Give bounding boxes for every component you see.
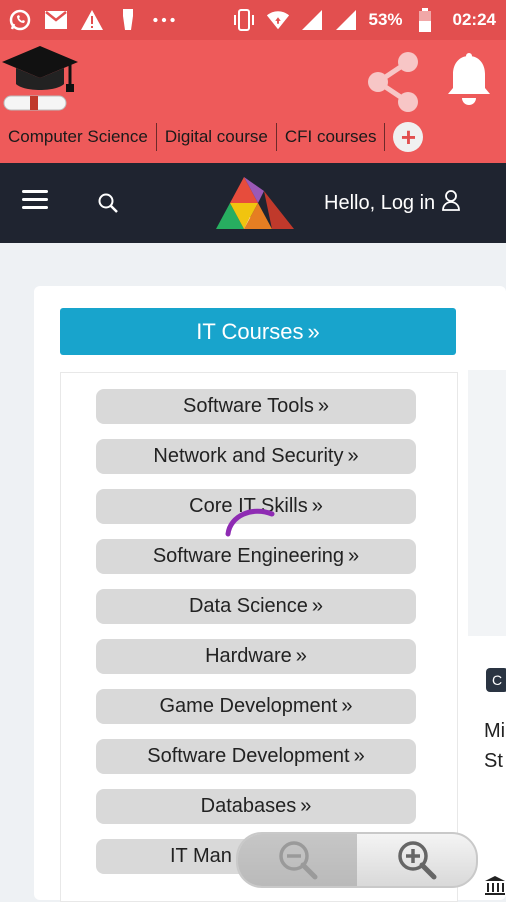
- double-chevron-right-icon: »: [311, 595, 324, 617]
- double-chevron-right-icon: »: [300, 795, 312, 817]
- course-button[interactable]: Hardware»: [96, 639, 416, 674]
- category-tab[interactable]: Computer Science: [0, 123, 157, 151]
- course-button[interactable]: Game Development»: [96, 689, 416, 724]
- battery-icon: [413, 8, 437, 32]
- zoom-control: [236, 832, 478, 888]
- course-label: Network and Security: [153, 445, 344, 467]
- course-button[interactable]: Data Science»: [96, 589, 416, 624]
- gmail-icon: [44, 8, 68, 32]
- it-courses-header[interactable]: IT Courses »: [60, 308, 456, 355]
- course-label: Data Science: [188, 595, 308, 617]
- course-button[interactable]: Databases»: [96, 789, 416, 824]
- share-icon[interactable]: [366, 50, 420, 114]
- course-label: Software Development: [147, 745, 350, 767]
- more-icon: [152, 8, 176, 32]
- category-tab[interactable]: CFI courses: [277, 123, 386, 151]
- bank-icon: [484, 874, 506, 896]
- side-text: St: [484, 750, 503, 772]
- side-tag: C: [486, 668, 506, 692]
- usb-icon: [116, 8, 140, 32]
- notification-bell-icon[interactable]: [446, 52, 492, 108]
- login-link[interactable]: Hello, Log in: [324, 189, 461, 217]
- warning-icon: [80, 8, 104, 32]
- hamburger-menu-icon[interactable]: [22, 190, 48, 212]
- double-chevron-right-icon: »: [311, 495, 323, 517]
- course-label: Software Engineering: [152, 545, 345, 567]
- user-icon: [441, 189, 461, 217]
- category-tab[interactable]: Digital course: [157, 123, 277, 151]
- graduation-cap-icon[interactable]: [0, 42, 80, 117]
- site-navbar: Hello, Log in: [0, 163, 506, 243]
- course-label: Hardware: [205, 645, 292, 667]
- loading-spinner-icon: [222, 498, 286, 538]
- course-label: Software Tools: [183, 395, 314, 417]
- double-chevron-right-icon: »: [341, 695, 353, 717]
- course-button[interactable]: Software Engineering»: [96, 539, 416, 574]
- site-logo[interactable]: [214, 175, 296, 231]
- course-label: Databases: [200, 795, 297, 817]
- signal-icon: [300, 8, 324, 32]
- course-button[interactable]: Network and Security»: [96, 439, 416, 474]
- zoom-out-button[interactable]: [238, 834, 357, 886]
- double-chevron-right-icon: »: [348, 545, 360, 567]
- double-chevron-right-icon: »: [307, 318, 320, 344]
- search-icon[interactable]: [96, 191, 120, 215]
- greeting-text: Hello, Log in: [324, 191, 436, 214]
- course-button[interactable]: Software Development»: [96, 739, 416, 774]
- side-text: Mi: [484, 720, 506, 742]
- course-button[interactable]: Software Tools»: [96, 389, 416, 424]
- add-category-button[interactable]: +: [393, 122, 424, 152]
- category-tabs: Computer Science Digital course CFI cour…: [0, 122, 424, 152]
- signal-icon: [334, 8, 358, 32]
- double-chevron-right-icon: »: [353, 745, 365, 767]
- zoom-in-button[interactable]: [358, 834, 476, 886]
- app-bar: Computer Science Digital course CFI cour…: [0, 40, 506, 163]
- double-chevron-right-icon: »: [347, 445, 359, 467]
- double-chevron-right-icon: »: [295, 645, 307, 667]
- section-title: IT Courses: [196, 318, 304, 344]
- course-label: IT Man: [170, 845, 232, 867]
- status-bar: 53% 02:24: [0, 0, 506, 40]
- battery-percent: 53%: [368, 10, 403, 29]
- vibrate-icon: [232, 8, 256, 32]
- whatsapp-icon: [8, 8, 32, 32]
- clock: 02:24: [452, 10, 496, 29]
- side-card: [468, 370, 506, 636]
- course-label: Game Development: [159, 695, 338, 717]
- wifi-icon: [266, 8, 290, 32]
- double-chevron-right-icon: »: [317, 395, 329, 417]
